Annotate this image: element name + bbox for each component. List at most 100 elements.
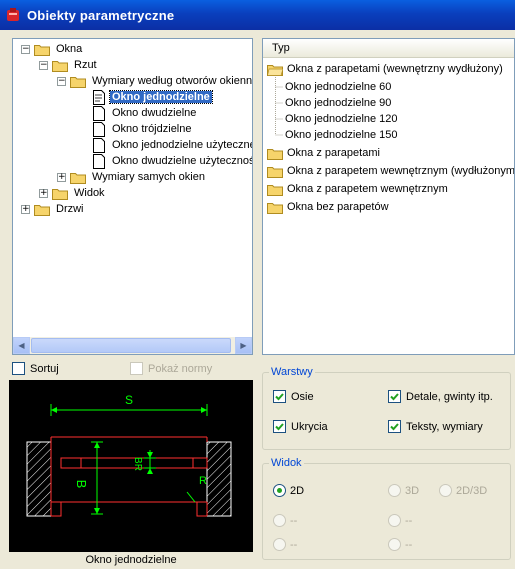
list-item[interactable]: Okno jednodzielne 60 xyxy=(285,79,391,95)
document-icon xyxy=(93,89,105,105)
app-icon xyxy=(7,8,19,21)
tree-label: Okna xyxy=(56,43,83,55)
view-group-title: Widok xyxy=(269,457,304,469)
folder-open-icon xyxy=(267,64,283,76)
document-icon xyxy=(93,153,105,169)
list-item[interactable]: Okna z parapetem wewnętrznym xyxy=(267,181,448,197)
folder-icon xyxy=(52,60,68,72)
checkbox-box[interactable] xyxy=(388,390,401,403)
category-tree[interactable]: − Okna − Rzut − Wymiary według otworów o… xyxy=(12,38,253,355)
document-icon xyxy=(93,121,105,137)
radio-option-b: -- xyxy=(388,514,412,527)
title-bar: Obiekty parametryczne xyxy=(0,0,515,30)
radio-option-d: -- xyxy=(388,538,412,551)
document-icon xyxy=(93,105,105,121)
radio-button xyxy=(388,538,401,551)
radio-button xyxy=(273,514,286,527)
checkbox-box[interactable] xyxy=(388,420,401,433)
folder-icon xyxy=(52,188,68,200)
dimension-b-label: B xyxy=(74,480,89,489)
tree-label: Okno dwudzielne xyxy=(112,107,197,119)
show-norms-checkbox: Pokaż normy xyxy=(130,362,212,375)
osie-checkbox[interactable]: Osie xyxy=(273,390,314,403)
collapse-icon[interactable]: − xyxy=(57,76,66,86)
detale-checkbox[interactable]: Detale, gwinty itp. xyxy=(388,390,493,403)
view-group: Widok 2D 3D 2D/3D -- -- -- -- xyxy=(262,457,511,560)
column-header-typ[interactable]: Typ xyxy=(263,39,514,58)
expand-icon[interactable]: + xyxy=(21,204,30,214)
scroll-thumb[interactable] xyxy=(31,338,231,353)
tree-label: Okno jednodzielne xyxy=(109,90,213,104)
checkbox-box[interactable] xyxy=(12,362,25,375)
folder-open-icon xyxy=(70,76,86,88)
radio-3d: 3D xyxy=(388,484,419,497)
type-list[interactable]: Typ Okna z parapetami (wewnętrzny wydłuż… xyxy=(262,38,515,355)
collapse-icon[interactable]: − xyxy=(21,44,30,54)
tree-item-okno-dwudzielne-uzytecznosc[interactable]: Okno dwudzielne użyteczność xyxy=(92,153,253,169)
folder-icon xyxy=(34,204,50,216)
dimension-s-label: S xyxy=(125,393,133,407)
checkbox-box[interactable] xyxy=(273,420,286,433)
layers-group: Warstwy Osie Detale, gwinty itp. Ukrycia… xyxy=(262,366,511,450)
tree-item-rzut[interactable]: − Rzut xyxy=(39,57,99,73)
radio-button[interactable] xyxy=(273,484,286,497)
list-item[interactable]: Okno jednodzielne 90 xyxy=(285,95,391,111)
preview-caption: Okno jednodzielne xyxy=(85,554,177,566)
document-icon xyxy=(93,137,105,153)
radio-button xyxy=(439,484,452,497)
radio-button xyxy=(273,538,286,551)
horizontal-scrollbar[interactable]: ◀ ▶ xyxy=(13,337,252,354)
scroll-right-icon[interactable]: ▶ xyxy=(235,337,252,354)
ukrycia-checkbox[interactable]: Ukrycia xyxy=(273,420,328,433)
expand-icon[interactable]: + xyxy=(57,172,66,182)
tree-item-okna[interactable]: − Okna xyxy=(21,41,84,57)
tree-item-wymiary-otworow[interactable]: − Wymiary według otworów okiennych xyxy=(57,73,253,89)
tree-connector-lines xyxy=(275,77,284,136)
folder-icon xyxy=(70,172,86,184)
radio-2d3d: 2D/3D xyxy=(439,484,487,497)
folder-icon xyxy=(267,202,283,214)
tree-label: Drzwi xyxy=(56,203,84,215)
tree-item-okno-dwudzielne[interactable]: Okno dwudzielne xyxy=(92,105,198,121)
expand-icon[interactable]: + xyxy=(39,188,48,198)
tree-item-drzwi[interactable]: + Drzwi xyxy=(21,201,86,217)
checkmark-icon xyxy=(390,423,399,431)
list-item[interactable]: Okno jednodzielne 150 xyxy=(285,127,398,143)
radio-button xyxy=(388,484,401,497)
folder-icon xyxy=(267,184,283,196)
radio-2d[interactable]: 2D xyxy=(273,484,304,497)
list-item[interactable]: Okno jednodzielne 120 xyxy=(285,111,398,127)
list-item[interactable]: Okna z parapetem wewnętrznym (wydłużonym… xyxy=(267,163,514,179)
checkbox-box[interactable] xyxy=(273,390,286,403)
checkmark-icon xyxy=(390,393,399,401)
preview-drawing: S B BR R xyxy=(9,380,253,552)
teksty-checkbox[interactable]: Teksty, wymiary xyxy=(388,420,483,433)
radio-button xyxy=(388,514,401,527)
sort-checkbox[interactable]: Sortuj xyxy=(12,362,59,375)
tree-label: Okno trójdzielne xyxy=(112,123,192,135)
list-item[interactable]: Okna z parapetami xyxy=(267,145,380,161)
folder-icon xyxy=(34,44,50,56)
folder-icon xyxy=(267,166,283,178)
collapse-icon[interactable]: − xyxy=(39,60,48,70)
tree-item-okno-jednodzielne[interactable]: Okno jednodzielne xyxy=(92,89,213,105)
folder-icon xyxy=(267,148,283,160)
tree-item-widok[interactable]: + Widok xyxy=(39,185,107,201)
layers-group-title: Warstwy xyxy=(269,366,315,378)
tree-label: Wymiary według otworów okiennych xyxy=(92,75,253,87)
scroll-left-icon[interactable]: ◀ xyxy=(13,337,30,354)
tree-label: Rzut xyxy=(74,59,97,71)
tree-item-wymiary-okien[interactable]: + Wymiary samych okien xyxy=(57,169,207,185)
tree-item-okno-jednodzielne-uzyteczne[interactable]: Okno jednodzielne użyteczne xyxy=(92,137,253,153)
list-item[interactable]: Okna bez parapetów xyxy=(267,199,389,215)
tree-label: Wymiary samych okien xyxy=(92,171,205,183)
dimension-br-label: BR xyxy=(132,457,143,471)
list-item[interactable]: Okna z parapetami (wewnętrzny wydłużony) xyxy=(267,61,503,77)
window-title: Obiekty parametryczne xyxy=(27,7,175,23)
tree-label: Okno jednodzielne użyteczne xyxy=(112,139,253,151)
checkmark-icon xyxy=(275,393,284,401)
tree-label: Okno dwudzielne użyteczność xyxy=(112,155,253,167)
tree-label: Widok xyxy=(74,187,105,199)
tree-item-okno-trojdzielne[interactable]: Okno trójdzielne xyxy=(92,121,194,137)
dimension-r-label: R xyxy=(199,475,207,487)
